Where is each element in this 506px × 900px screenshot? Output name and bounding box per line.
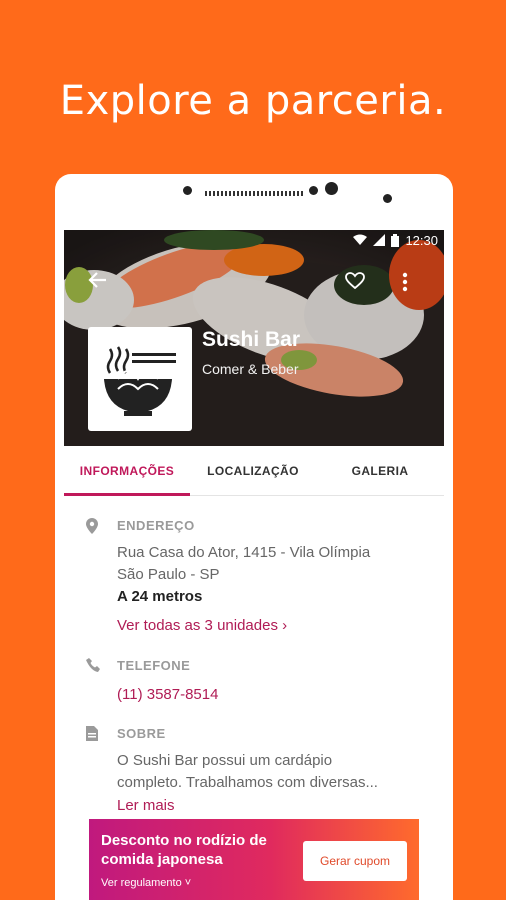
phone-number-link[interactable]: (11) 3587-8514 [117,684,218,706]
back-arrow-icon [88,272,106,288]
heart-icon [345,272,365,290]
view-all-units-link[interactable]: Ver todas as 3 unidades › [117,615,287,637]
signal-icon [373,234,386,246]
promo-banner: Desconto no rodízio de comida japonesa V… [89,819,419,900]
phone-frame: 12:30 Sushi Bar Comer & Beber INFORMAÇÕE… [55,174,453,900]
status-bar: 12:30 [353,230,438,250]
more-options-button[interactable] [402,272,408,297]
phone-speaker [205,191,303,196]
phone-top-bezel [55,174,453,230]
back-button[interactable] [86,268,110,297]
tab-bar: INFORMAÇÕES LOCALIZAÇÃO GALERIA [64,446,444,496]
wifi-icon [353,234,368,245]
headline: Explore a parceria. [59,78,447,124]
address-line1: Rua Casa do Ator, 1415 - Vila Olímpia [117,544,371,561]
address-distance: A 24 metros [117,588,203,605]
app-screen: 12:30 Sushi Bar Comer & Beber INFORMAÇÕE… [64,230,444,900]
location-pin-icon [86,518,98,534]
about-line2: completo. Trabalhamos com diversas... [117,774,378,791]
business-name: Sushi Bar [202,328,301,351]
address-line2: São Paulo - SP [117,566,220,583]
business-logo [88,327,192,431]
address-title: ENDEREÇO [117,518,195,533]
noodle-bowl-icon [104,346,176,416]
address-section: ENDEREÇO Rua Casa do Ator, 1415 - Vila O… [64,496,444,646]
about-section: SOBRE O Sushi Bar possui um cardápio com… [64,714,444,814]
more-vert-icon [402,272,408,292]
phone-section: TELEFONE (11) 3587-8514 [64,646,444,706]
view-rules-link[interactable]: Ver regulamento ˅ [101,877,191,889]
tab-informacoes[interactable]: INFORMAÇÕES [64,446,190,496]
phone-camera [325,182,338,195]
phone-sensor-dot [183,186,192,195]
promo-title: Desconto no rodízio de comida japonesa [101,832,267,868]
about-line1: O Sushi Bar possui um cardápio [117,752,333,769]
phone-icon [86,658,100,672]
phone-title: TELEFONE [117,658,191,673]
document-icon [86,726,98,741]
tab-galeria[interactable]: GALERIA [316,446,444,496]
tab-localizacao[interactable]: LOCALIZAÇÃO [190,446,316,496]
phone-sensor-dot [309,186,318,195]
about-title: SOBRE [117,726,166,741]
generate-coupon-button[interactable]: Gerar cupom [303,841,407,881]
phone-sensor-dot [383,194,392,203]
status-time: 12:30 [405,232,438,248]
favorite-button[interactable] [345,272,365,295]
read-more-link[interactable]: Ler mais [117,795,175,817]
business-category: Comer & Beber [202,361,299,377]
battery-icon [391,233,400,247]
hero-image: 12:30 Sushi Bar Comer & Beber [64,230,444,446]
